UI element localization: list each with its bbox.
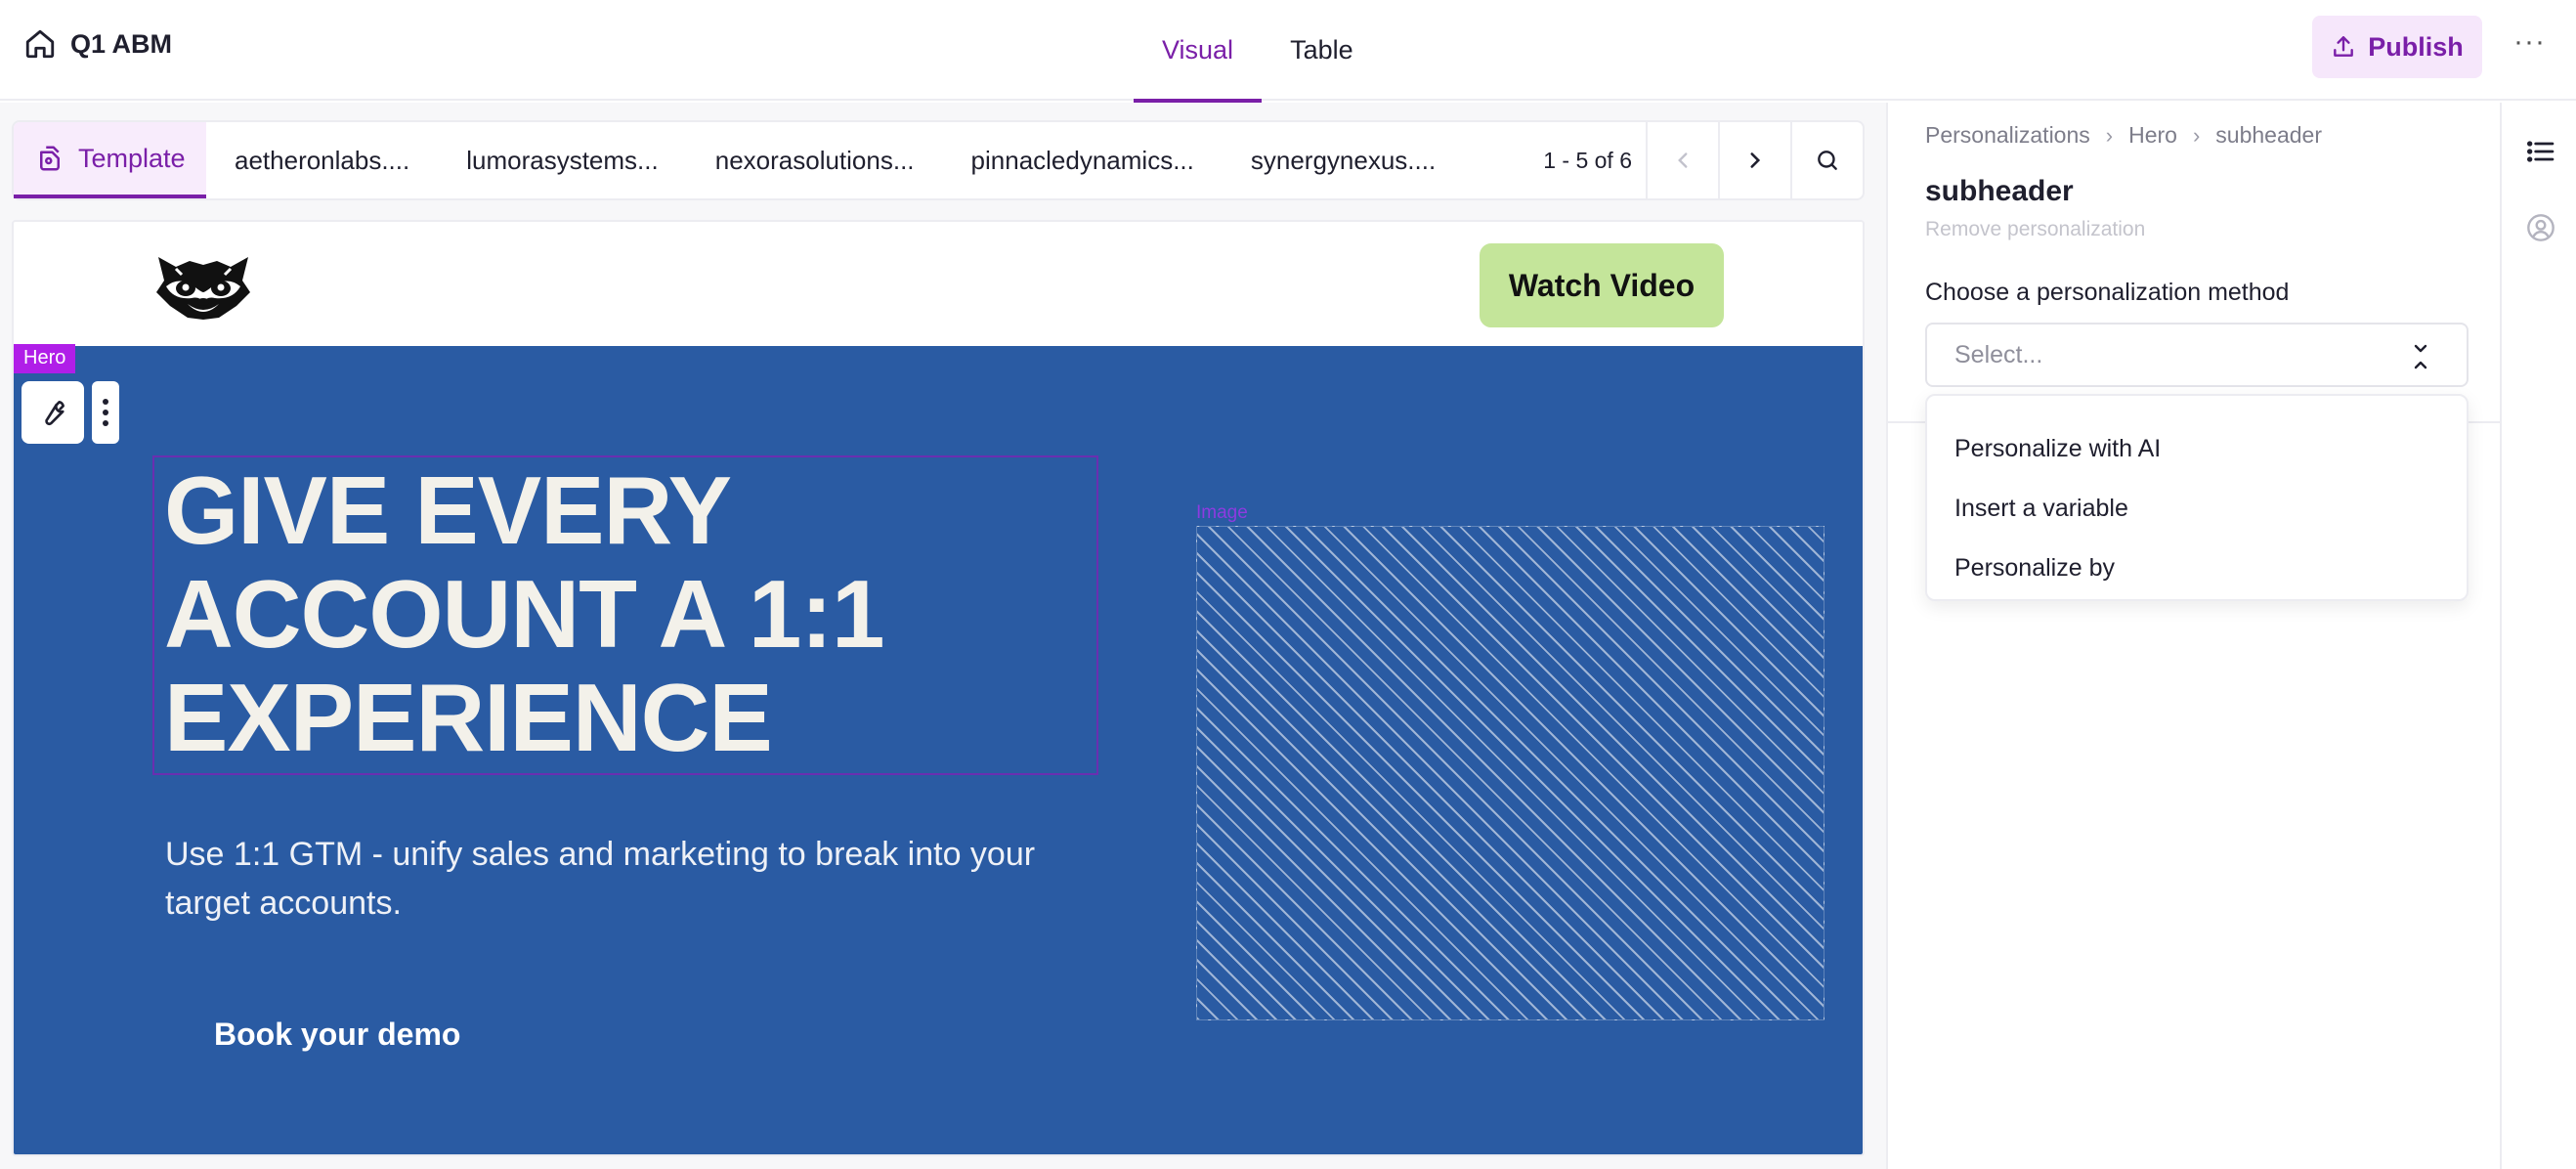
account-tab[interactable]: nexorasolutions... <box>687 146 943 176</box>
tab-table[interactable]: Table <box>1262 0 1382 101</box>
method-dropdown: Personalize with AI Insert a variable Pe… <box>1925 394 2469 601</box>
list-icon[interactable] <box>2525 136 2556 167</box>
upload-icon <box>2334 36 2354 57</box>
wrench-icon <box>45 401 64 426</box>
home-link[interactable]: Q1 ABM <box>23 27 172 61</box>
search-icon <box>1818 151 1837 170</box>
home-icon <box>25 29 55 59</box>
previous-page-button[interactable] <box>1646 122 1718 198</box>
chevron-right-icon: › <box>2192 122 2201 148</box>
preview-navbar: Watch Video <box>14 222 1863 346</box>
remove-personalization-link[interactable]: Remove personalization <box>1925 218 2145 241</box>
section-more-button[interactable] <box>92 381 119 444</box>
kebab-menu-icon <box>103 399 108 426</box>
personalization-panel: Personalizations › Hero › subheader subh… <box>1886 103 2500 1169</box>
book-demo-button[interactable]: Book your demo <box>214 1017 460 1053</box>
method-select[interactable]: Select... <box>1925 323 2469 387</box>
breadcrumb: Personalizations › Hero › subheader <box>1925 122 2322 149</box>
raccoon-logo-icon <box>156 257 250 320</box>
view-mode-tabs: Visual Table <box>1134 0 1382 103</box>
image-tag: Image <box>1196 502 1248 523</box>
hero-section-tag: Hero <box>14 344 76 373</box>
tab-visual[interactable]: Visual <box>1134 0 1263 103</box>
select-placeholder: Select... <box>1954 340 2043 368</box>
editor-area: Template aetheronlabs.... lumorasystems.… <box>0 103 1886 1169</box>
page-preview: Watch Video Hero GIVE EVERY ACCOUNT A 1:… <box>12 220 1865 1156</box>
publish-button[interactable]: Publish <box>2312 16 2482 78</box>
method-label: Choose a personalization method <box>1925 279 2290 306</box>
option-personalize-by[interactable]: Personalize by <box>1927 539 2467 598</box>
breadcrumb-hero[interactable]: Hero <box>2128 122 2177 149</box>
option-insert-variable[interactable]: Insert a variable <box>1927 479 2467 539</box>
top-bar: Q1 ABM Visual Table Publish ··· <box>0 0 2576 103</box>
breadcrumb-subheader: subheader <box>2215 122 2322 148</box>
right-rail <box>2500 103 2576 1169</box>
account-tabs-bar: Template aetheronlabs.... lumorasystems.… <box>12 120 1865 200</box>
watch-video-button[interactable]: Watch Video <box>1480 243 1724 327</box>
breadcrumb-personalizations[interactable]: Personalizations <box>1925 122 2090 149</box>
chevron-up-down-icon <box>2414 344 2427 369</box>
chevron-right-icon <box>1750 152 1761 168</box>
tab-template-label: Template <box>78 143 186 173</box>
more-options-icon[interactable]: ··· <box>2513 25 2546 59</box>
account-tab[interactable]: pinnacledynamics... <box>943 146 1223 176</box>
account-tab[interactable]: lumorasystems... <box>438 146 687 176</box>
section-settings-button[interactable] <box>21 381 84 444</box>
image-placeholder[interactable] <box>1196 526 1825 1020</box>
project-title: Q1 ABM <box>70 28 173 59</box>
option-personalize-with-ai[interactable]: Personalize with AI <box>1927 419 2467 479</box>
account-tab[interactable]: aetheronlabs.... <box>206 146 438 176</box>
user-personalization-icon[interactable] <box>2525 212 2556 243</box>
template-icon <box>40 146 60 171</box>
hero-subheader[interactable]: Use 1:1 GTM - unify sales and marketing … <box>165 830 1103 928</box>
next-page-button[interactable] <box>1718 122 1790 198</box>
tab-template[interactable]: Template <box>14 122 206 198</box>
account-tab[interactable]: synergynexus.... <box>1223 146 1464 176</box>
hero-headline[interactable]: GIVE EVERY ACCOUNT A 1:1 EXPERIENCE <box>164 458 1093 769</box>
pagination-count: 1 - 5 of 6 <box>1543 147 1632 173</box>
chevron-left-icon <box>1678 152 1688 168</box>
pagination: 1 - 5 of 6 <box>1529 122 1863 198</box>
publish-label: Publish <box>2368 31 2464 62</box>
search-button[interactable] <box>1790 122 1863 198</box>
panel-title: subheader <box>1925 175 2074 207</box>
chevron-right-icon: › <box>2105 122 2114 148</box>
hero-section[interactable]: Hero GIVE EVERY ACCOUNT A 1:1 EXPERIENCE… <box>14 344 1863 1154</box>
